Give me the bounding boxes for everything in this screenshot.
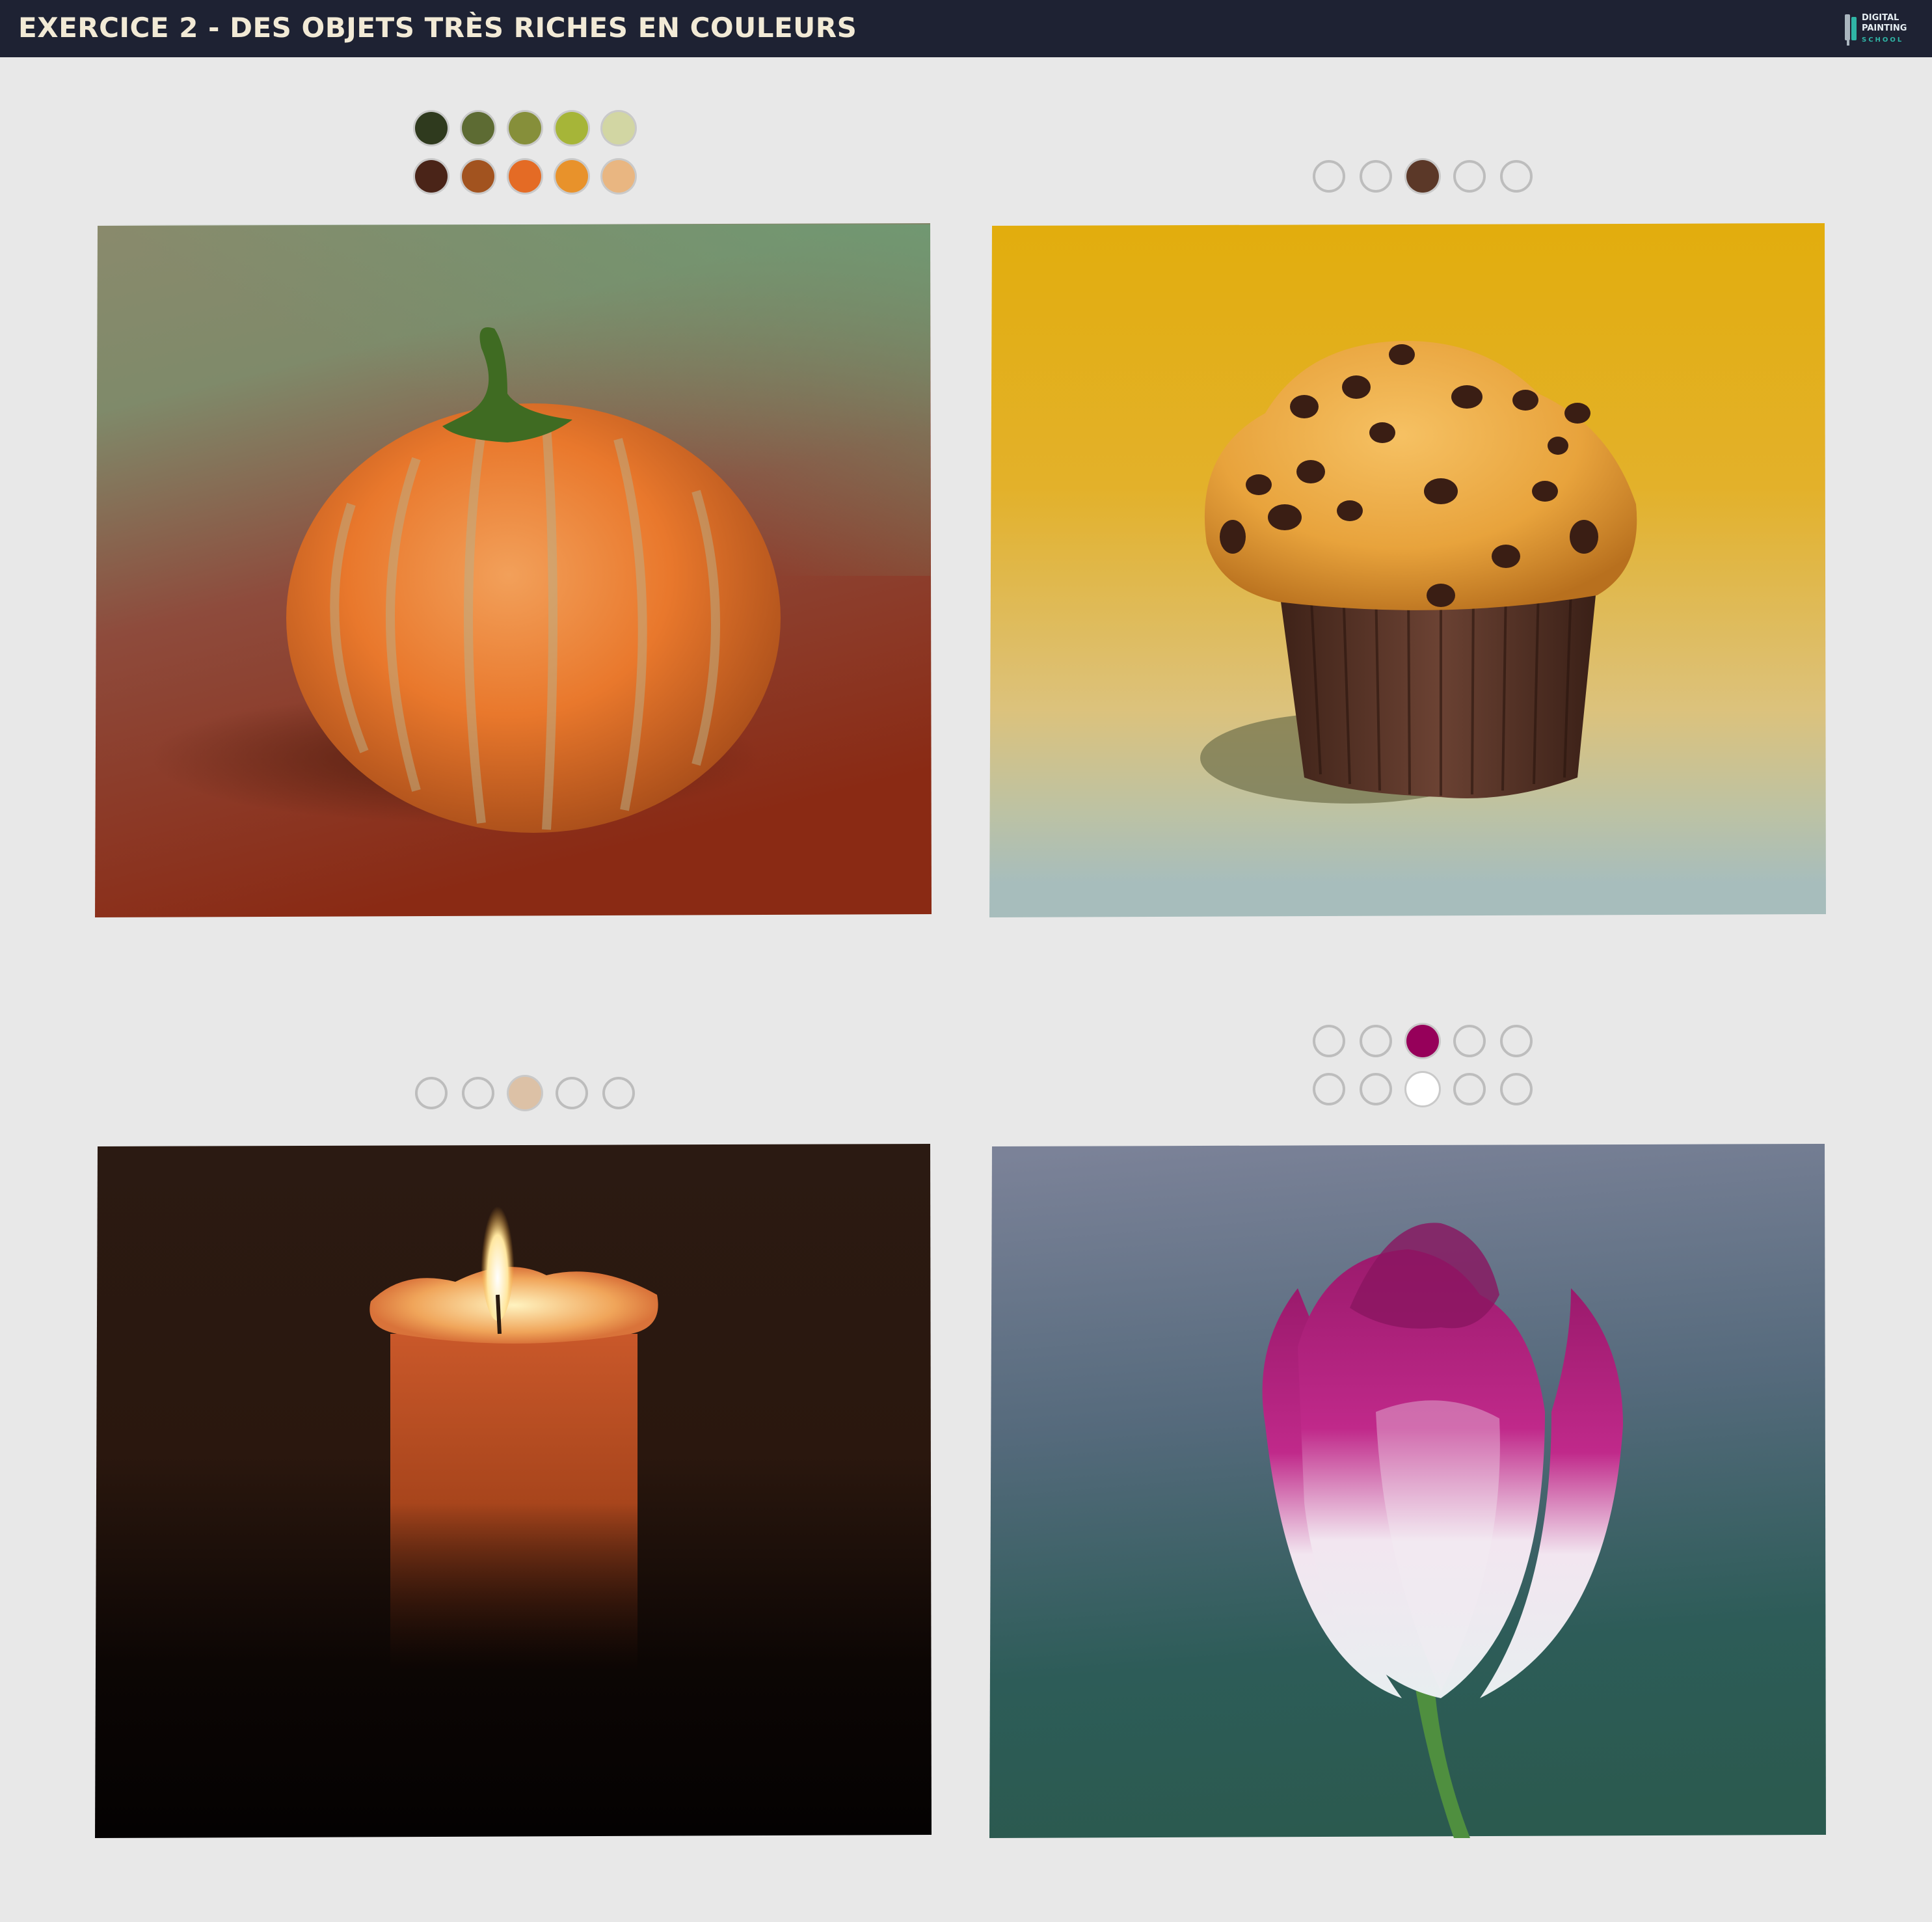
page-title: EXERCICE 2 - DES OBJETS TRÈS RICHES EN C… — [18, 12, 857, 44]
empty-swatch — [1500, 1025, 1533, 1057]
color-swatch — [509, 112, 541, 144]
empty-swatch — [1453, 1073, 1486, 1105]
color-swatch — [602, 112, 635, 144]
empty-swatch — [602, 1077, 635, 1109]
color-swatch — [602, 160, 635, 193]
empty-swatch — [1453, 1025, 1486, 1057]
pumpkin-painting — [91, 218, 937, 921]
digital-painting-school-logo: DIGITAL PAINTING SCHOOL — [1842, 12, 1920, 48]
empty-swatch — [415, 1077, 448, 1109]
empty-swatch — [1360, 1025, 1392, 1057]
empty-swatch — [462, 1077, 494, 1109]
color-swatch — [556, 112, 588, 144]
color-swatch — [462, 160, 494, 193]
empty-swatch — [1500, 1073, 1533, 1105]
color-swatch — [1406, 1073, 1439, 1105]
empty-swatch — [1313, 160, 1345, 193]
header-bar: EXERCICE 2 - DES OBJETS TRÈS RICHES EN C… — [0, 0, 1932, 57]
logo-text-school: SCHOOL — [1862, 36, 1904, 44]
brush-logo-icon — [1845, 14, 1857, 46]
empty-swatch — [1313, 1025, 1345, 1057]
color-swatch — [1406, 1025, 1439, 1057]
logo-text-digital: DIGITAL — [1862, 13, 1899, 23]
color-swatch — [509, 1077, 541, 1109]
empty-swatch — [1453, 160, 1486, 193]
color-swatch — [556, 160, 588, 193]
color-swatch — [415, 160, 448, 193]
tulip-painting — [986, 1139, 1831, 1841]
empty-swatch — [1360, 1073, 1392, 1105]
color-swatch — [509, 160, 541, 193]
empty-swatch — [1360, 160, 1392, 193]
empty-swatch — [1313, 1073, 1345, 1105]
empty-swatch — [1500, 160, 1533, 193]
logo-text-painting: PAINTING — [1862, 23, 1907, 33]
color-swatch — [1406, 160, 1439, 193]
muffin-painting — [986, 218, 1831, 921]
empty-swatch — [556, 1077, 588, 1109]
color-swatch — [415, 112, 448, 144]
candle-painting — [91, 1139, 937, 1841]
color-swatch — [462, 112, 494, 144]
